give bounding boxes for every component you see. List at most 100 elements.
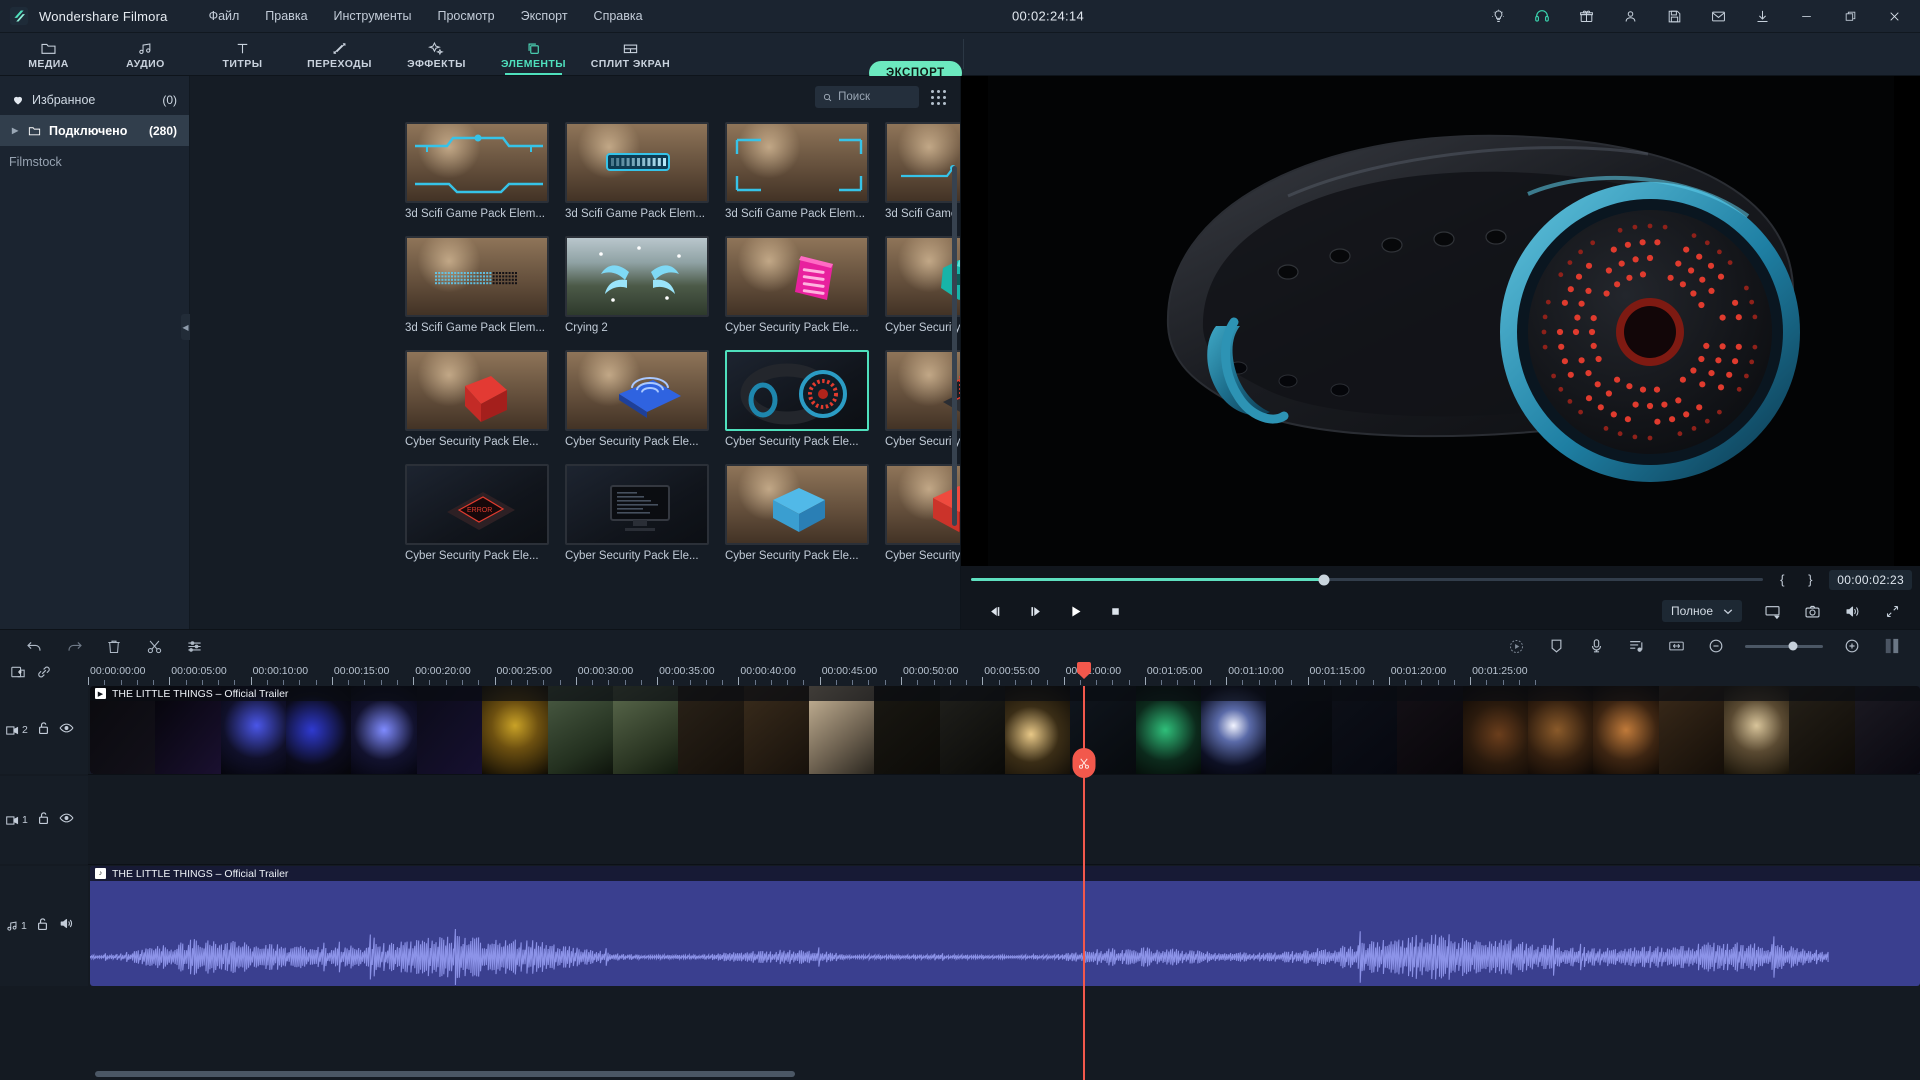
- menu-file[interactable]: Файл: [196, 3, 253, 29]
- lock-toggle-audio-1[interactable]: [36, 917, 49, 936]
- visibility-toggle-video-1[interactable]: [59, 811, 74, 829]
- clip-video-2[interactable]: ▶ THE LITTLE THINGS – Official Trailer: [90, 686, 1920, 774]
- mute-toggle-audio-1[interactable]: [59, 917, 74, 935]
- voiceover-button[interactable]: [1576, 632, 1616, 660]
- volume-button[interactable]: [1832, 596, 1872, 626]
- menu-tools[interactable]: Инструменты: [321, 3, 425, 29]
- asset-thumbnail[interactable]: [885, 464, 960, 545]
- clip-audio-1[interactable]: ♪ THE LITTLE THINGS – Official Trailer: [90, 866, 1920, 986]
- timeline-ruler[interactable]: 00:00:00:00 00:00:05:00 00:00:10:00 00:00:1…: [88, 662, 1920, 686]
- undo-button[interactable]: [14, 632, 54, 660]
- next-frame-button[interactable]: [1015, 596, 1055, 626]
- timeline-zoom-slider[interactable]: [1745, 641, 1823, 651]
- stop-button[interactable]: [1095, 596, 1135, 626]
- add-track-button[interactable]: [10, 664, 26, 685]
- mark-out-button[interactable]: }: [1801, 572, 1819, 587]
- zoom-out-button[interactable]: [1696, 632, 1736, 660]
- asset-thumbnail[interactable]: [725, 464, 869, 545]
- settings-button[interactable]: [174, 632, 214, 660]
- libnav-connected[interactable]: ▶ Подключено (280): [0, 115, 189, 146]
- playhead[interactable]: [1072, 662, 1096, 1080]
- asset-item[interactable]: 3d Scifi Game Pack Elem...: [885, 122, 960, 220]
- menu-export[interactable]: Экспорт: [508, 3, 581, 29]
- asset-thumbnail[interactable]: [405, 236, 549, 317]
- asset-thumbnail[interactable]: [725, 236, 869, 317]
- tab-effects[interactable]: ЭФФЕКТЫ: [388, 33, 485, 75]
- save-icon[interactable]: [1652, 0, 1696, 33]
- asset-item[interactable]: 3d Scifi Game Pack Elem...: [405, 122, 565, 220]
- asset-thumbnail[interactable]: [565, 236, 709, 317]
- tab-elements[interactable]: ЭЛЕМЕНТЫ: [485, 33, 582, 75]
- zoom-in-button[interactable]: [1832, 632, 1872, 660]
- tip-icon[interactable]: [1476, 0, 1520, 33]
- split-button[interactable]: [134, 632, 174, 660]
- close-button[interactable]: [1872, 0, 1916, 33]
- asset-item[interactable]: 3d Scifi Game Pack Elem...: [565, 122, 725, 220]
- asset-item[interactable]: ERROR Cyber Security Pack Ele...: [405, 464, 565, 562]
- asset-thumbnail[interactable]: [405, 350, 549, 431]
- account-icon[interactable]: [1608, 0, 1652, 33]
- asset-item[interactable]: Cyber Security Pack Ele...: [725, 464, 885, 562]
- redo-button[interactable]: [54, 632, 94, 660]
- chevron-right-icon[interactable]: ▶: [12, 126, 20, 135]
- fullscreen-button[interactable]: [1872, 596, 1912, 626]
- download-icon[interactable]: [1740, 0, 1784, 33]
- menu-help[interactable]: Справка: [581, 3, 656, 29]
- scrub-handle[interactable]: [1318, 574, 1330, 585]
- collapse-panel-handle[interactable]: ◀: [181, 314, 190, 340]
- menu-edit[interactable]: Правка: [252, 3, 320, 29]
- link-button[interactable]: [36, 664, 52, 685]
- audio-mixer-button[interactable]: [1616, 632, 1656, 660]
- gift-icon[interactable]: [1564, 0, 1608, 33]
- asset-thumbnail[interactable]: [405, 122, 549, 203]
- fit-timeline-button[interactable]: [1656, 632, 1696, 660]
- asset-item[interactable]: Cyber Security Pack Ele...: [725, 350, 885, 448]
- playhead-split-button[interactable]: [1072, 748, 1096, 778]
- mark-in-button[interactable]: {: [1773, 572, 1791, 587]
- snapshot-button[interactable]: [1792, 596, 1832, 626]
- tab-split-screen[interactable]: СПЛИТ ЭКРАН: [582, 33, 679, 75]
- minimize-button[interactable]: [1784, 0, 1828, 33]
- zoom-slider-handle[interactable]: [1788, 641, 1798, 651]
- asset-thumbnail[interactable]: [725, 122, 869, 203]
- asset-thumbnail[interactable]: [565, 464, 709, 545]
- tab-titles[interactable]: ТИТРЫ: [194, 33, 291, 75]
- asset-item[interactable]: Cyber Security Pack Ele...: [405, 350, 565, 448]
- asset-thumbnail[interactable]: [885, 236, 960, 317]
- filmstock-link[interactable]: Filmstock: [0, 146, 189, 169]
- menu-view[interactable]: Просмотр: [424, 3, 507, 29]
- asset-thumbnail[interactable]: [725, 350, 869, 431]
- asset-thumbnail[interactable]: ERROR: [405, 464, 549, 545]
- timeline-horizontal-scrollbar[interactable]: [95, 1071, 795, 1077]
- asset-item[interactable]: Cyber Security Pack Ele...: [885, 236, 960, 334]
- grid-view-icon[interactable]: [931, 89, 946, 105]
- asset-thumbnail[interactable]: [565, 350, 709, 431]
- marker-button[interactable]: [1536, 632, 1576, 660]
- tab-audio[interactable]: АУДИО: [97, 33, 194, 75]
- display-mode-button[interactable]: [1752, 596, 1792, 626]
- asset-item[interactable]: Cyber Security Pack Ele...: [885, 350, 960, 448]
- lock-toggle-video-2[interactable]: [37, 721, 50, 740]
- asset-item[interactable]: Cyber Security Pack Ele...: [885, 464, 960, 562]
- browser-scrollbar[interactable]: [952, 166, 957, 526]
- maximize-button[interactable]: [1828, 0, 1872, 33]
- tab-transitions[interactable]: ПЕРЕХОДЫ: [291, 33, 388, 75]
- render-preview-button[interactable]: [1496, 632, 1536, 660]
- lock-toggle-video-1[interactable]: [37, 811, 50, 830]
- layout-button[interactable]: [1872, 632, 1912, 660]
- search-input[interactable]: [838, 91, 911, 103]
- track-body-video-1[interactable]: [88, 776, 1920, 864]
- quality-selector[interactable]: Полное: [1661, 600, 1742, 622]
- asset-thumbnail[interactable]: [565, 122, 709, 203]
- asset-item[interactable]: Cyber Security Pack Ele...: [565, 350, 725, 448]
- asset-item[interactable]: Cyber Security Pack Ele...: [565, 464, 725, 562]
- tab-media[interactable]: МЕДИА: [0, 33, 97, 75]
- asset-thumbnail[interactable]: [885, 122, 960, 203]
- asset-item[interactable]: 3d Scifi Game Pack Elem...: [405, 236, 565, 334]
- libnav-favorites[interactable]: Избранное (0): [0, 84, 189, 115]
- play-button[interactable]: [1055, 596, 1095, 626]
- search-box[interactable]: [815, 86, 919, 108]
- asset-item[interactable]: Cyber Security Pack Ele...: [725, 236, 885, 334]
- headset-icon[interactable]: [1520, 0, 1564, 33]
- delete-button[interactable]: [94, 632, 134, 660]
